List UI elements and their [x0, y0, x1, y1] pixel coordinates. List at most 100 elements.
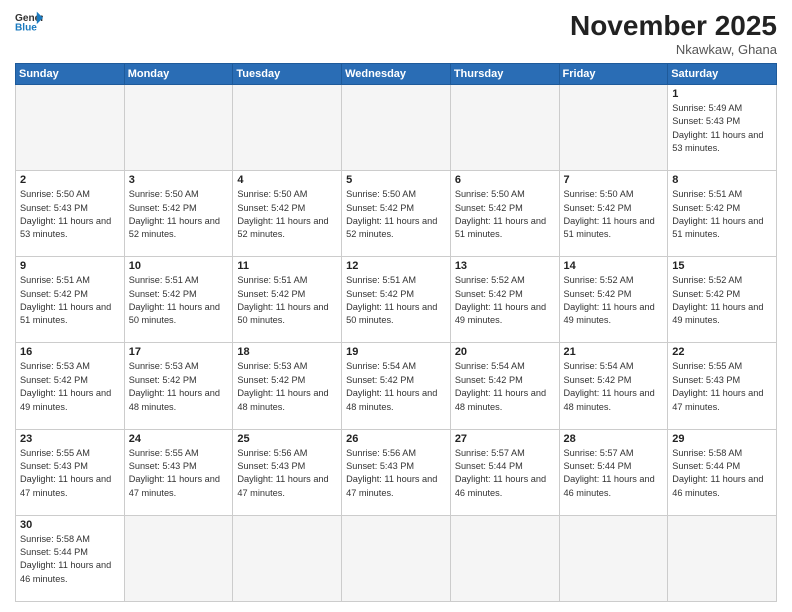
day-number: 24	[129, 433, 229, 445]
day-number: 4	[237, 174, 337, 186]
calendar-cell	[559, 515, 668, 601]
cell-info: Sunrise: 5:54 AM Sunset: 5:42 PM Dayligh…	[455, 360, 555, 413]
calendar-cell	[233, 515, 342, 601]
col-wednesday: Wednesday	[342, 64, 451, 85]
calendar-cell: 20 Sunrise: 5:54 AM Sunset: 5:42 PM Dayli…	[450, 343, 559, 429]
day-number: 30	[20, 519, 120, 531]
day-number: 9	[20, 260, 120, 272]
day-number: 25	[237, 433, 337, 445]
header-row: Sunday Monday Tuesday Wednesday Thursday…	[16, 64, 777, 85]
cell-info: Sunrise: 5:53 AM Sunset: 5:42 PM Dayligh…	[20, 360, 120, 413]
day-number: 26	[346, 433, 446, 445]
calendar-week-4: 16 Sunrise: 5:53 AM Sunset: 5:42 PM Dayli…	[16, 343, 777, 429]
cell-info: Sunrise: 5:58 AM Sunset: 5:44 PM Dayligh…	[20, 533, 120, 586]
cell-info: Sunrise: 5:50 AM Sunset: 5:42 PM Dayligh…	[129, 188, 229, 241]
day-number: 23	[20, 433, 120, 445]
cell-info: Sunrise: 5:50 AM Sunset: 5:42 PM Dayligh…	[455, 188, 555, 241]
day-number: 17	[129, 346, 229, 358]
day-number: 16	[20, 346, 120, 358]
day-number: 6	[455, 174, 555, 186]
calendar-cell: 16 Sunrise: 5:53 AM Sunset: 5:42 PM Dayli…	[16, 343, 125, 429]
cell-info: Sunrise: 5:54 AM Sunset: 5:42 PM Dayligh…	[346, 360, 446, 413]
cell-info: Sunrise: 5:50 AM Sunset: 5:42 PM Dayligh…	[346, 188, 446, 241]
day-number: 19	[346, 346, 446, 358]
cell-info: Sunrise: 5:51 AM Sunset: 5:42 PM Dayligh…	[672, 188, 772, 241]
day-number: 10	[129, 260, 229, 272]
calendar-cell: 21 Sunrise: 5:54 AM Sunset: 5:42 PM Dayli…	[559, 343, 668, 429]
calendar-table: Sunday Monday Tuesday Wednesday Thursday…	[15, 63, 777, 602]
day-number: 8	[672, 174, 772, 186]
day-number: 1	[672, 88, 772, 100]
calendar-cell: 23Sunrise: 5:55 AM Sunset: 5:43 PM Dayli…	[16, 429, 125, 515]
calendar-cell: 7 Sunrise: 5:50 AM Sunset: 5:42 PM Daylig…	[559, 171, 668, 257]
col-monday: Monday	[124, 64, 233, 85]
logo-icon: General Blue	[15, 10, 43, 32]
calendar-cell: 25 Sunrise: 5:56 AM Sunset: 5:43 PM Dayli…	[233, 429, 342, 515]
calendar-cell: 8 Sunrise: 5:51 AM Sunset: 5:42 PM Daylig…	[668, 171, 777, 257]
calendar-cell: 1 Sunrise: 5:49 AM Sunset: 5:43 PM Daylig…	[668, 85, 777, 171]
cell-info: Sunrise: 5:57 AM Sunset: 5:44 PM Dayligh…	[564, 447, 664, 500]
calendar-cell: 28Sunrise: 5:57 AM Sunset: 5:44 PM Dayli…	[559, 429, 668, 515]
calendar-cell: 10 Sunrise: 5:51 AM Sunset: 5:42 PM Dayli…	[124, 257, 233, 343]
day-number: 29	[672, 433, 772, 445]
calendar-cell	[450, 85, 559, 171]
day-number: 21	[564, 346, 664, 358]
calendar-cell	[668, 515, 777, 601]
cell-info: Sunrise: 5:57 AM Sunset: 5:44 PM Dayligh…	[455, 447, 555, 500]
cell-info: Sunrise: 5:51 AM Sunset: 5:42 PM Dayligh…	[129, 274, 229, 327]
cell-info: Sunrise: 5:55 AM Sunset: 5:43 PM Dayligh…	[672, 360, 772, 413]
cell-info: Sunrise: 5:51 AM Sunset: 5:42 PM Dayligh…	[237, 274, 337, 327]
calendar-cell: 5 Sunrise: 5:50 AM Sunset: 5:42 PM Daylig…	[342, 171, 451, 257]
col-thursday: Thursday	[450, 64, 559, 85]
col-saturday: Saturday	[668, 64, 777, 85]
col-tuesday: Tuesday	[233, 64, 342, 85]
cell-info: Sunrise: 5:52 AM Sunset: 5:42 PM Dayligh…	[455, 274, 555, 327]
calendar-cell: 2Sunrise: 5:50 AM Sunset: 5:43 PM Daylig…	[16, 171, 125, 257]
day-number: 22	[672, 346, 772, 358]
calendar-cell: 18Sunrise: 5:53 AM Sunset: 5:42 PM Dayli…	[233, 343, 342, 429]
calendar-cell: 11 Sunrise: 5:51 AM Sunset: 5:42 PM Dayli…	[233, 257, 342, 343]
calendar-cell	[124, 85, 233, 171]
day-number: 5	[346, 174, 446, 186]
calendar-cell: 24 Sunrise: 5:55 AM Sunset: 5:43 PM Dayli…	[124, 429, 233, 515]
cell-info: Sunrise: 5:51 AM Sunset: 5:42 PM Dayligh…	[20, 274, 120, 327]
calendar-cell: 22 Sunrise: 5:55 AM Sunset: 5:43 PM Dayli…	[668, 343, 777, 429]
cell-info: Sunrise: 5:54 AM Sunset: 5:42 PM Dayligh…	[564, 360, 664, 413]
calendar-cell: 17 Sunrise: 5:53 AM Sunset: 5:42 PM Dayli…	[124, 343, 233, 429]
calendar-cell	[233, 85, 342, 171]
day-number: 7	[564, 174, 664, 186]
calendar-header: Sunday Monday Tuesday Wednesday Thursday…	[16, 64, 777, 85]
day-number: 3	[129, 174, 229, 186]
calendar-cell: 12 Sunrise: 5:51 AM Sunset: 5:42 PM Dayli…	[342, 257, 451, 343]
title-block: November 2025 Nkawkaw, Ghana	[570, 10, 777, 57]
svg-text:Blue: Blue	[15, 22, 37, 32]
cell-info: Sunrise: 5:55 AM Sunset: 5:43 PM Dayligh…	[129, 447, 229, 500]
calendar-cell: 3 Sunrise: 5:50 AM Sunset: 5:42 PM Daylig…	[124, 171, 233, 257]
cell-info: Sunrise: 5:56 AM Sunset: 5:43 PM Dayligh…	[237, 447, 337, 500]
day-number: 12	[346, 260, 446, 272]
calendar-cell	[342, 85, 451, 171]
calendar-body: 1 Sunrise: 5:49 AM Sunset: 5:43 PM Daylig…	[16, 85, 777, 602]
calendar-cell: 27Sunrise: 5:57 AM Sunset: 5:44 PM Dayli…	[450, 429, 559, 515]
col-sunday: Sunday	[16, 64, 125, 85]
calendar-cell: 29Sunrise: 5:58 AM Sunset: 5:44 PM Dayli…	[668, 429, 777, 515]
day-number: 20	[455, 346, 555, 358]
day-number: 18	[237, 346, 337, 358]
calendar-cell: 4Sunrise: 5:50 AM Sunset: 5:42 PM Daylig…	[233, 171, 342, 257]
calendar-cell	[559, 85, 668, 171]
calendar-week-5: 23 Sunrise: 5:55 AM Sunset: 5:43 PM Dayli…	[16, 429, 777, 515]
cell-info: Sunrise: 5:50 AM Sunset: 5:42 PM Dayligh…	[564, 188, 664, 241]
cell-info: Sunrise: 5:49 AM Sunset: 5:43 PM Dayligh…	[672, 102, 772, 155]
calendar-week-1: 1 Sunrise: 5:49 AM Sunset: 5:43 PM Daylig…	[16, 85, 777, 171]
calendar-week-2: 2Sunrise: 5:50 AM Sunset: 5:43 PM Daylig…	[16, 171, 777, 257]
calendar-cell: 19 Sunrise: 5:54 AM Sunset: 5:42 PM Dayli…	[342, 343, 451, 429]
month-title: November 2025	[570, 10, 777, 42]
cell-info: Sunrise: 5:51 AM Sunset: 5:42 PM Dayligh…	[346, 274, 446, 327]
cell-info: Sunrise: 5:53 AM Sunset: 5:42 PM Dayligh…	[129, 360, 229, 413]
day-number: 11	[237, 260, 337, 272]
calendar-cell: 26Sunrise: 5:56 AM Sunset: 5:43 PM Dayli…	[342, 429, 451, 515]
cell-info: Sunrise: 5:50 AM Sunset: 5:43 PM Dayligh…	[20, 188, 120, 241]
calendar-cell	[16, 85, 125, 171]
calendar-cell	[124, 515, 233, 601]
day-number: 13	[455, 260, 555, 272]
